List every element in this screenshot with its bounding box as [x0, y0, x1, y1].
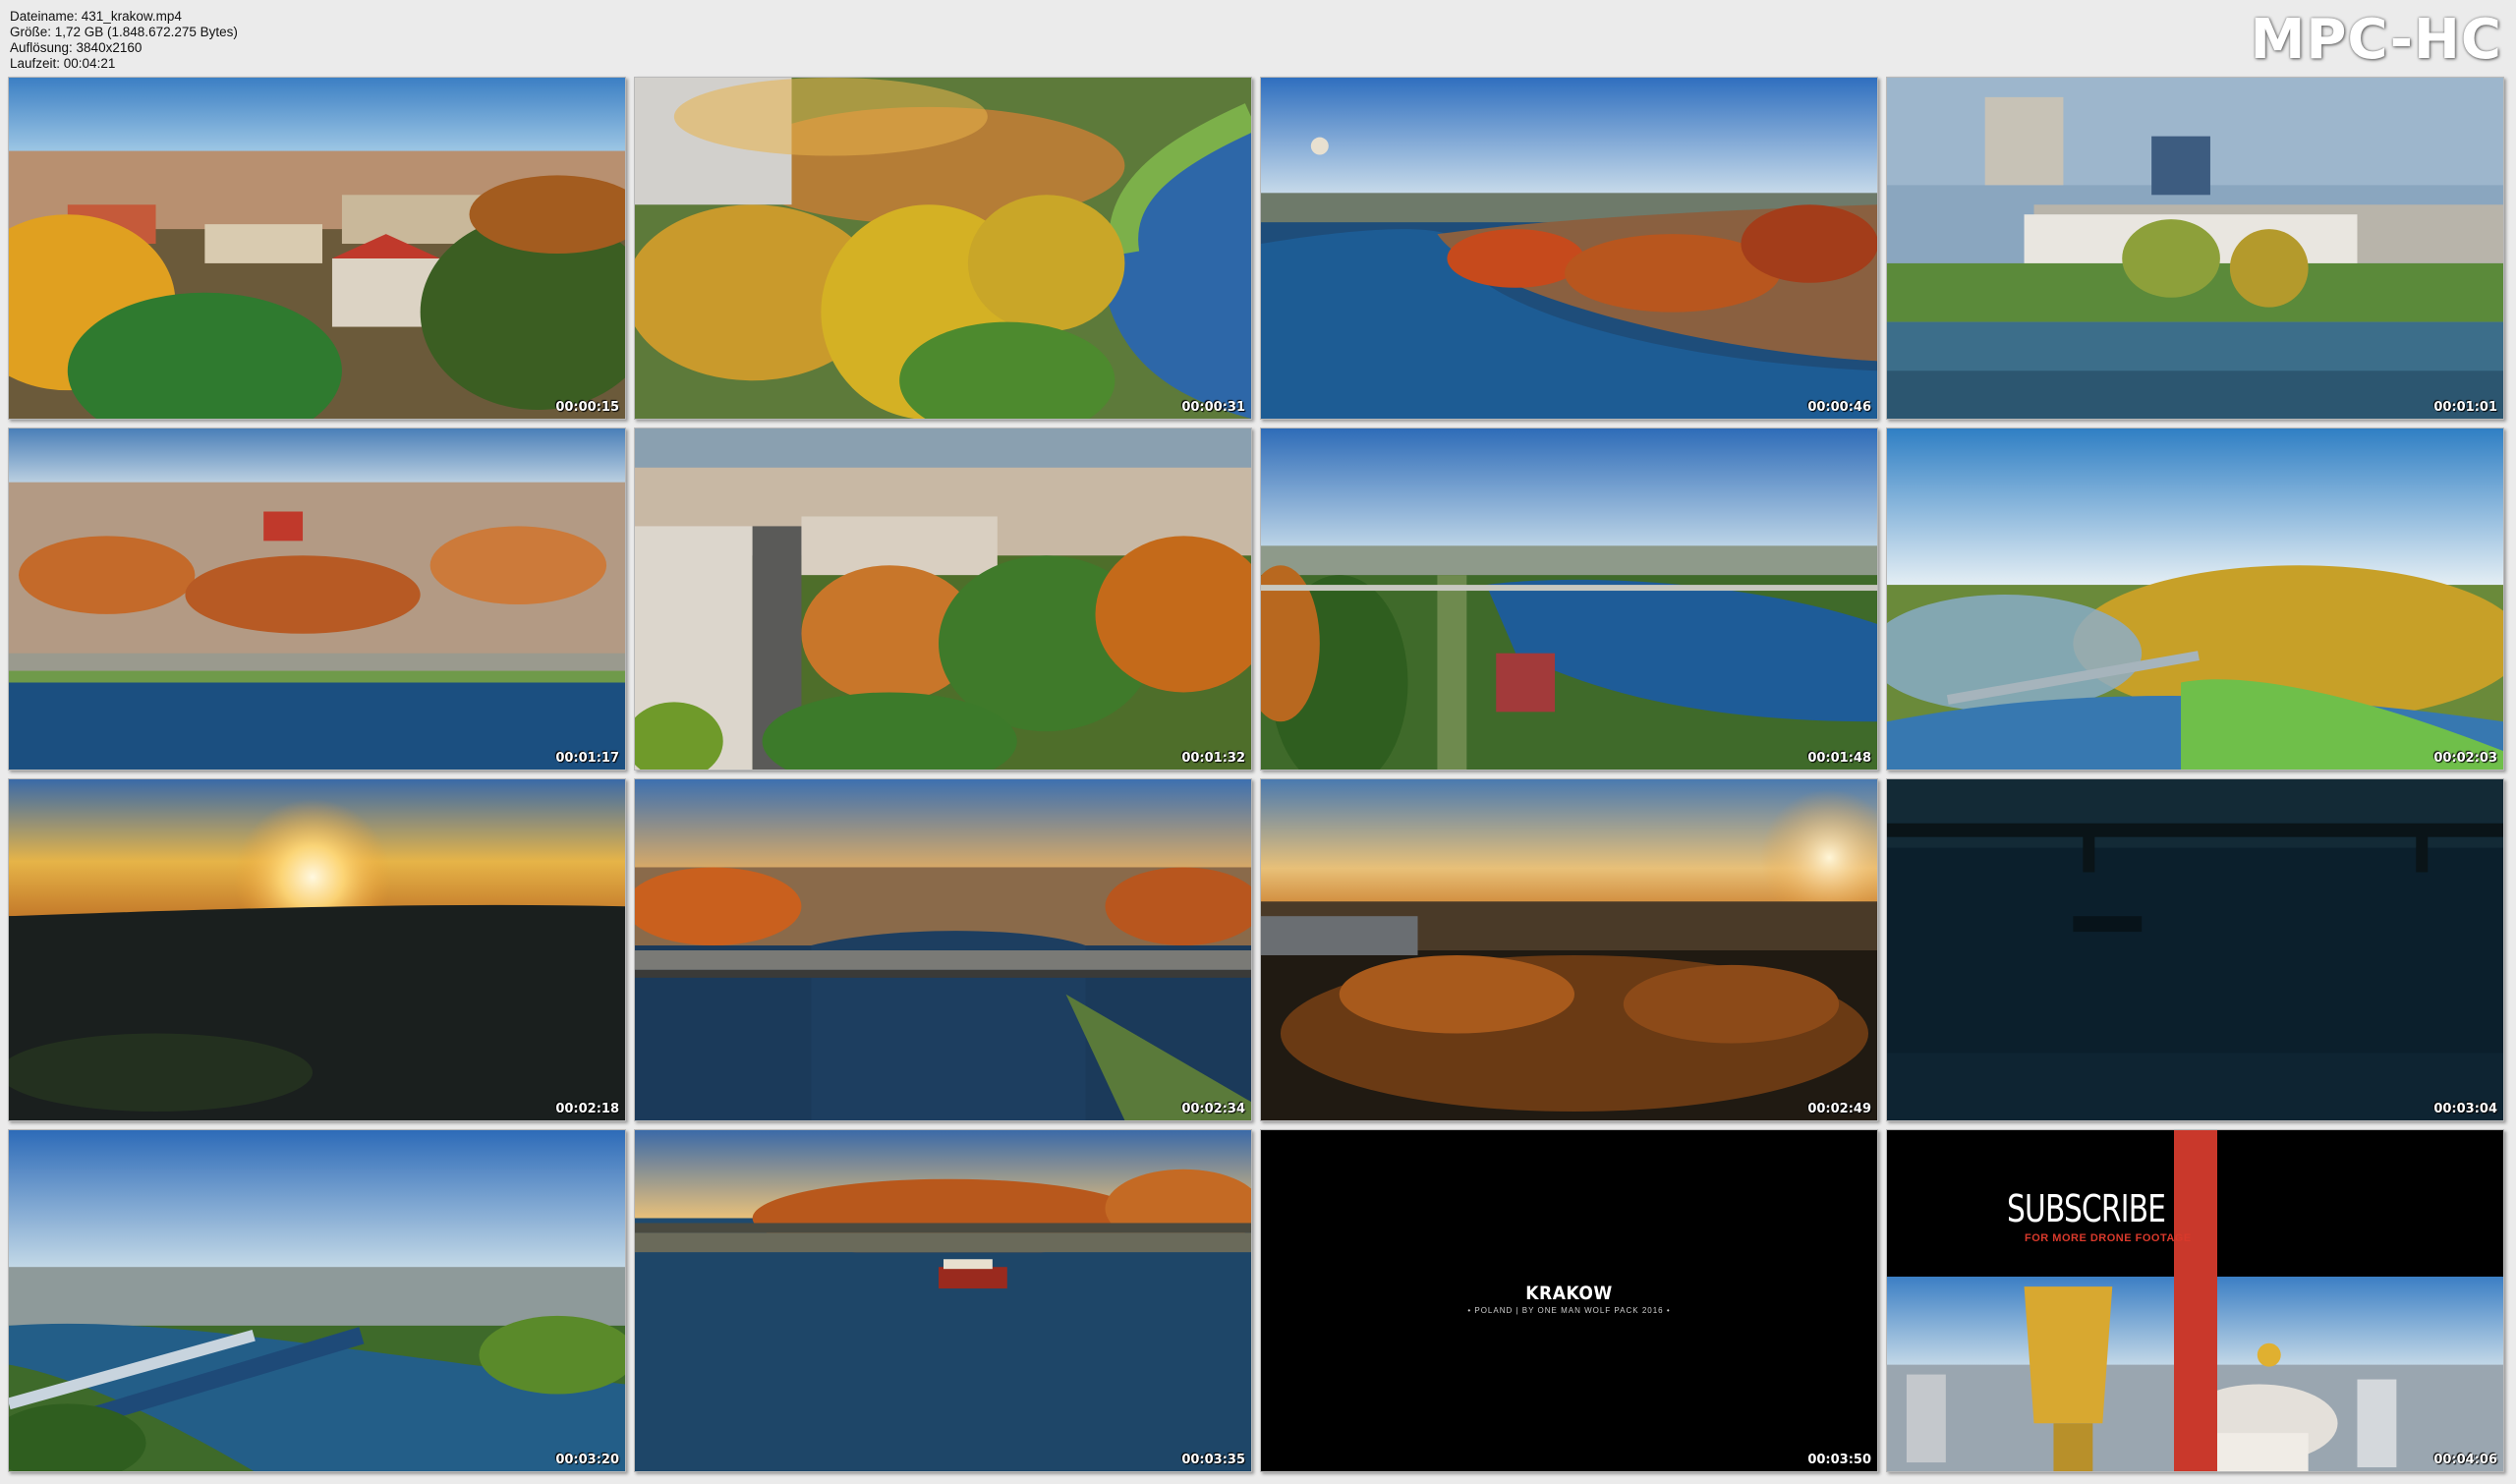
thumbnail[interactable]: 00:02:49 [1260, 778, 1878, 1121]
timestamp: 00:01:32 [1181, 751, 1245, 766]
thumbnail[interactable]: 00:01:48 [1260, 428, 1878, 771]
scene-image [1887, 779, 2503, 1120]
thumbnail-title-card[interactable]: KRAKOW • POLAND | BY ONE MAN WOLF PACK 2… [1260, 1129, 1878, 1472]
thumbnail[interactable]: 00:02:18 [8, 778, 626, 1121]
thumbnail[interactable]: 00:00:15 [8, 77, 626, 420]
subscribe-label: SUBSCRIBE [2007, 1187, 2166, 1230]
timestamp: 00:03:04 [2433, 1102, 2497, 1116]
scene-image [635, 779, 1251, 1120]
subscribe-tagline: FOR MORE DRONE FOOTAGE [2025, 1232, 2192, 1244]
thumbnail[interactable]: 00:00:46 [1260, 77, 1878, 420]
timestamp: 00:03:35 [1181, 1453, 1245, 1467]
file-duration: Laufzeit: 00:04:21 [10, 56, 116, 71]
thumbnail-subscribe[interactable]: SUBSCRIBE FOR MORE DRONE FOOTAGE 00:04:0… [1886, 1129, 2504, 1472]
thumbnail[interactable]: 00:01:17 [8, 428, 626, 771]
thumbnail[interactable]: 00:01:01 [1886, 77, 2504, 420]
video-subtitle: • POLAND | BY ONE MAN WOLF PACK 2016 • [1467, 1306, 1671, 1315]
timestamp: 00:01:17 [555, 751, 619, 766]
timestamp: 00:04:06 [2433, 1453, 2497, 1467]
scene-image [1261, 78, 1877, 419]
timestamp: 00:01:01 [2433, 400, 2497, 415]
app-logo: MPC-HC [2250, 8, 2502, 72]
video-title: KRAKOW [1525, 1283, 1613, 1304]
thumbnail[interactable]: 00:03:20 [8, 1129, 626, 1472]
timestamp: 00:00:31 [1181, 400, 1245, 415]
scene-image [1887, 78, 2503, 419]
scene-image [1261, 428, 1877, 770]
scene-image [9, 1130, 625, 1471]
file-resolution: Auflösung: 3840x2160 [10, 40, 143, 55]
timestamp: 00:02:34 [1181, 1102, 1245, 1116]
scene-image [635, 78, 1251, 419]
file-info: Dateiname: 431_krakow.mp4 Größe: 1,72 GB… [10, 9, 238, 72]
thumbnail[interactable]: 00:02:03 [1886, 428, 2504, 771]
thumbnail-grid: 00:00:15 00:00:31 00:00:46 00:01:01 00:0… [8, 77, 2504, 1472]
thumbnail[interactable]: 00:02:34 [634, 778, 1252, 1121]
title-card: KRAKOW • POLAND | BY ONE MAN WOLF PACK 2… [1261, 1283, 1877, 1315]
thumbnail[interactable]: 00:03:04 [1886, 778, 2504, 1121]
timestamp: 00:03:20 [555, 1453, 619, 1467]
timestamp: 00:00:46 [1807, 400, 1871, 415]
timestamp: 00:02:18 [555, 1102, 619, 1116]
scene-image [9, 428, 625, 770]
scene-image [635, 428, 1251, 770]
scene-image [1887, 428, 2503, 770]
timestamp: 00:00:15 [555, 400, 619, 415]
timestamp: 00:02:03 [2433, 751, 2497, 766]
accent-bar [2174, 1130, 2217, 1471]
timestamp: 00:02:49 [1807, 1102, 1871, 1116]
timestamp: 00:01:48 [1807, 751, 1871, 766]
scene-image [9, 78, 625, 419]
scene-image [635, 1130, 1251, 1471]
scene-image [1261, 779, 1877, 1120]
file-size: Größe: 1,72 GB (1.848.672.275 Bytes) [10, 25, 238, 39]
timestamp: 00:03:50 [1807, 1453, 1871, 1467]
file-name: Dateiname: 431_krakow.mp4 [10, 9, 182, 24]
thumbnail[interactable]: 00:03:35 [634, 1129, 1252, 1472]
thumbnail[interactable]: 00:00:31 [634, 77, 1252, 420]
scene-image [9, 779, 625, 1120]
thumbnail[interactable]: 00:01:32 [634, 428, 1252, 771]
